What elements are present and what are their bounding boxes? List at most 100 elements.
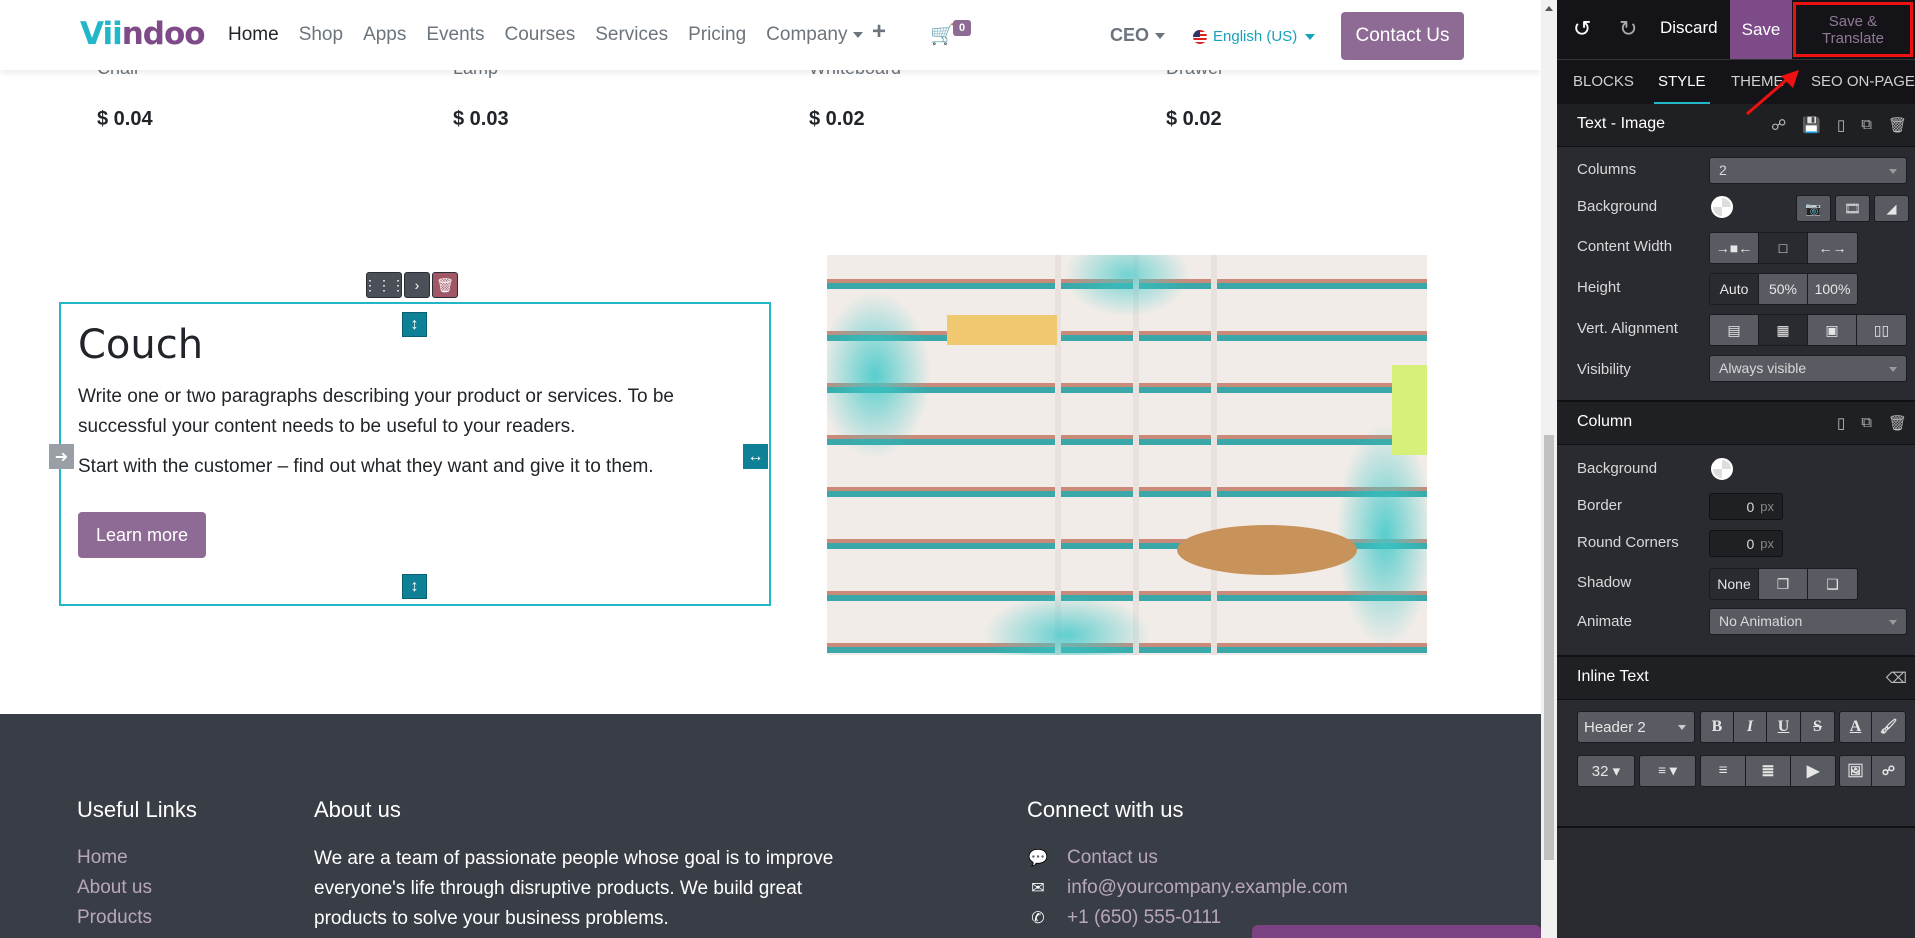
align-stretch-icon[interactable]: ▯▯ (1857, 315, 1906, 345)
shadow-outset-icon[interactable]: ❐ (1759, 569, 1808, 599)
align-left-icon[interactable]: ≡ ▾ (1640, 756, 1695, 786)
height-50-button[interactable]: 50% (1759, 274, 1808, 304)
nav-events[interactable]: Events (426, 24, 484, 46)
numbered-list-icon[interactable]: ≣ (1746, 756, 1791, 786)
user-menu[interactable]: CEO (1110, 25, 1166, 46)
duplicate-icon[interactable]: ⧉ (1861, 414, 1872, 432)
footer-link-products[interactable]: Products (77, 907, 152, 929)
play-icon[interactable]: ▶ (1791, 756, 1835, 786)
columns-value: 2 (1719, 162, 1727, 178)
learn-more-button[interactable]: Learn more (78, 512, 206, 558)
snippet-paragraph-2[interactable]: Start with the customer – find out what … (78, 452, 738, 482)
footer-contact-us[interactable]: 💬 Contact us (1027, 847, 1158, 869)
paragraph-style-dropdown[interactable]: Header 2 (1577, 711, 1695, 743)
align-top-icon[interactable]: ▤ (1710, 315, 1759, 345)
mobile-icon[interactable]: ▯ (1837, 116, 1845, 134)
save-button[interactable]: Save (1730, 0, 1792, 59)
link-icon[interactable]: ☍ (1771, 116, 1786, 134)
link-icon[interactable]: ☍ (1872, 756, 1905, 786)
paragraph-style-select[interactable]: Header 2 (1578, 712, 1694, 742)
chevron-right-icon[interactable]: › (404, 272, 430, 298)
contact-us-link[interactable]: Contact us (1067, 847, 1158, 869)
snippet-title[interactable]: Couch (78, 322, 203, 368)
nav-shop[interactable]: Shop (299, 24, 343, 46)
shadow-none-button[interactable]: None (1710, 569, 1759, 599)
duplicate-icon[interactable]: ⧉ (1861, 116, 1872, 134)
width-small-icon[interactable]: →■← (1710, 233, 1759, 263)
email-link[interactable]: info@yourcompany.example.com (1067, 877, 1348, 899)
resize-horizontal-handle[interactable]: ↔ (743, 444, 768, 469)
alignment-dropdown[interactable]: ≡ ▾ (1639, 755, 1696, 787)
footer-link-about[interactable]: About us (77, 877, 152, 899)
phone-link[interactable]: +1 (650) 555-0111 (1067, 907, 1221, 929)
animate-select[interactable]: No Animation (1709, 608, 1907, 635)
discard-button[interactable]: Discard (1660, 18, 1718, 38)
align-middle-icon[interactable]: ▦ (1759, 315, 1808, 345)
width-regular-icon[interactable]: □ (1759, 233, 1808, 263)
background-color-swatch[interactable] (1711, 196, 1733, 218)
eraser-icon[interactable]: ⌫ (1886, 669, 1907, 687)
shadow-inset-icon[interactable]: ❑ (1808, 569, 1857, 599)
nav-services[interactable]: Services (595, 24, 668, 46)
nav-home[interactable]: Home (228, 24, 279, 46)
column-background-swatch[interactable] (1711, 458, 1733, 480)
footer-link-home[interactable]: Home (77, 847, 128, 869)
trash-icon[interactable]: 🗑 (1888, 414, 1907, 432)
trash-icon[interactable]: 🗑 (1888, 116, 1907, 134)
camera-icon[interactable]: 📷 (1796, 195, 1831, 222)
page-scrollbar[interactable] (1541, 0, 1557, 938)
mobile-icon[interactable]: ▯ (1837, 414, 1845, 432)
image-icon[interactable]: 🖼 (1840, 756, 1872, 786)
scroll-up-arrow-icon[interactable] (1545, 6, 1553, 11)
snippet-paragraph-1[interactable]: Write one or two paragraphs describing y… (78, 382, 738, 442)
gradient-icon[interactable]: ◢ (1874, 195, 1909, 222)
nav-company-dropdown[interactable]: Company (766, 24, 864, 46)
height-auto-button[interactable]: Auto (1710, 274, 1759, 304)
align-bottom-icon[interactable]: ▣ (1808, 315, 1857, 345)
viindoo-logo[interactable]: Viindoo (80, 16, 206, 52)
move-arrow-right-icon[interactable]: ➜ (49, 444, 74, 469)
brush-icon[interactable]: 🖌 (1872, 712, 1905, 742)
trash-icon[interactable]: 🗑 (432, 272, 458, 298)
footer-phone[interactable]: ✆ +1 (650) 555-0111 (1027, 907, 1221, 929)
round-corners-input[interactable]: 0 px (1709, 530, 1783, 557)
redo-icon[interactable]: ↻ (1619, 16, 1637, 42)
tab-style[interactable]: STYLE (1654, 73, 1710, 105)
font-size-select[interactable]: 32 ▾ (1578, 756, 1634, 786)
resize-vertical-handle-top[interactable]: ↕ (402, 312, 427, 337)
strikethrough-icon[interactable]: S (1801, 712, 1834, 742)
shoe-shop-image[interactable] (827, 255, 1427, 655)
border-input[interactable]: 0 px (1709, 493, 1783, 520)
tab-blocks[interactable]: BLOCKS (1573, 73, 1634, 90)
undo-icon[interactable]: ↺ (1573, 16, 1591, 42)
italic-icon[interactable]: I (1734, 712, 1767, 742)
cart-icon[interactable]: 🛒 (930, 22, 955, 47)
visibility-select[interactable]: Always visible (1709, 355, 1907, 382)
us-flag-icon (1193, 29, 1207, 44)
drag-grid-icon[interactable]: ⋮⋮⋮ (363, 272, 405, 298)
tab-seo-on-page[interactable]: SEO ON-PAGE (1811, 73, 1915, 90)
width-full-icon[interactable]: ←→ (1808, 233, 1857, 263)
resize-vertical-handle-bottom[interactable]: ↕ (402, 574, 427, 599)
footer-email[interactable]: ✉ info@yourcompany.example.com (1027, 877, 1348, 899)
nav-pricing[interactable]: Pricing (688, 24, 746, 46)
language-selector[interactable]: English (US) (1193, 28, 1316, 45)
font-color-icon[interactable]: A (1840, 712, 1872, 742)
live-chat-bar[interactable] (1252, 925, 1541, 938)
underline-icon[interactable]: U (1767, 712, 1801, 742)
bullet-list-icon[interactable]: ≡ (1701, 756, 1746, 786)
columns-select[interactable]: 2 (1709, 157, 1907, 184)
scroll-thumb[interactable] (1544, 435, 1554, 860)
nav-courses[interactable]: Courses (504, 24, 575, 46)
selected-text-column[interactable]: ↕ Couch Write one or two paragraphs desc… (49, 302, 771, 606)
height-100-button[interactable]: 100% (1808, 274, 1857, 304)
nav-apps[interactable]: Apps (363, 24, 406, 46)
film-icon[interactable]: 🎞 (1835, 195, 1870, 222)
font-size-dropdown[interactable]: 32 ▾ (1577, 755, 1635, 787)
bold-icon[interactable]: B (1701, 712, 1734, 742)
save-block-icon[interactable]: 💾 (1802, 116, 1821, 134)
navbar: Viindoo Home Shop Apps Events Courses Se… (0, 0, 1541, 70)
add-page-icon[interactable]: + (872, 18, 886, 46)
save-and-translate-button[interactable]: Save & Translate (1793, 2, 1913, 57)
contact-us-button[interactable]: Contact Us (1341, 12, 1464, 60)
